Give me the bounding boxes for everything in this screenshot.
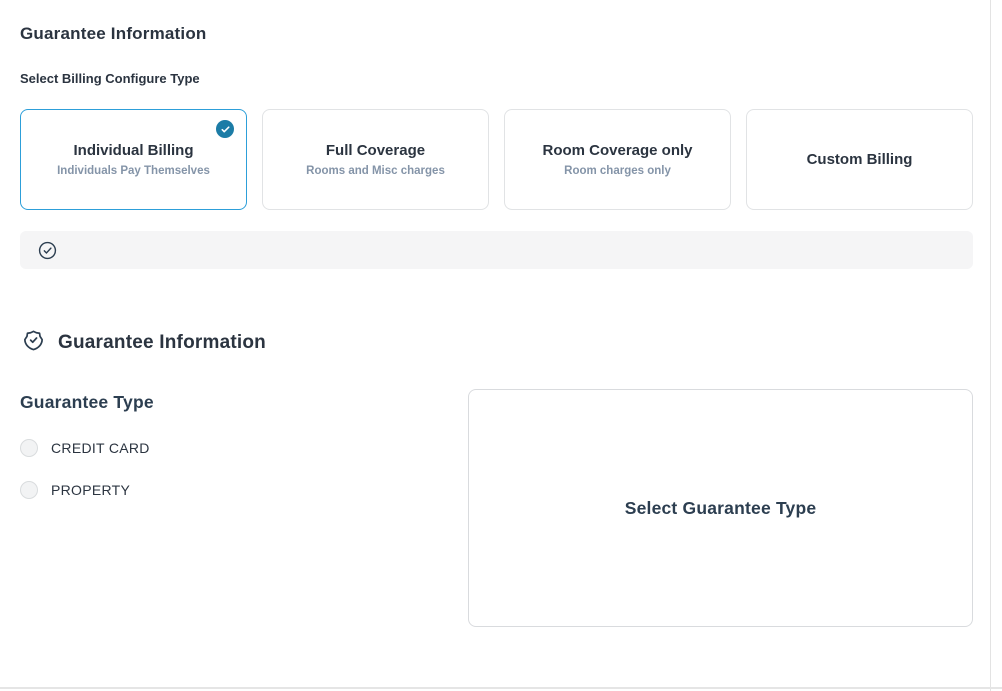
page-title: Guarantee Information xyxy=(20,24,207,44)
billing-card-subtitle: Individuals Pay Themselves xyxy=(57,165,210,177)
billing-configure-type-label: Select Billing Configure Type xyxy=(20,71,200,86)
billing-card-room-coverage-only[interactable]: Room Coverage only Room charges only xyxy=(504,109,731,210)
section-heading-text: Guarantee Information xyxy=(58,332,266,354)
selected-check-icon xyxy=(216,120,234,138)
radio-option-label: PROPERTY xyxy=(51,482,130,498)
radio-button-icon[interactable] xyxy=(20,439,38,457)
panel-placeholder-text: Select Guarantee Type xyxy=(625,498,817,519)
shield-check-icon xyxy=(22,329,45,357)
billing-card-full-coverage[interactable]: Full Coverage Rooms and Misc charges xyxy=(262,109,489,210)
guarantee-type-placeholder-panel: Select Guarantee Type xyxy=(468,389,973,627)
billing-card-individual-billing[interactable]: Individual Billing Individuals Pay Thems… xyxy=(20,109,247,210)
billing-card-title: Custom Billing xyxy=(807,151,913,168)
billing-card-title: Room Coverage only xyxy=(542,142,692,159)
billing-card-title: Full Coverage xyxy=(326,142,425,159)
billing-status-bar[interactable] xyxy=(20,231,973,269)
guarantee-type-label: Guarantee Type xyxy=(20,392,154,413)
billing-card-custom-billing[interactable]: Custom Billing xyxy=(746,109,973,210)
bottom-divider xyxy=(0,687,1002,689)
radio-option-credit-card[interactable]: CREDIT CARD xyxy=(20,439,150,457)
billing-card-subtitle: Room charges only xyxy=(564,165,671,177)
check-circle-icon xyxy=(38,241,57,260)
billing-card-subtitle: Rooms and Misc charges xyxy=(306,165,445,177)
billing-type-cards: Individual Billing Individuals Pay Thems… xyxy=(20,109,973,210)
radio-option-label: CREDIT CARD xyxy=(51,440,150,456)
right-divider xyxy=(990,0,991,691)
guarantee-information-section-heading: Guarantee Information xyxy=(22,329,266,357)
billing-card-title: Individual Billing xyxy=(74,142,194,159)
radio-button-icon[interactable] xyxy=(20,481,38,499)
radio-option-property[interactable]: PROPERTY xyxy=(20,481,130,499)
guarantee-information-page: Guarantee Information Select Billing Con… xyxy=(0,0,1002,691)
